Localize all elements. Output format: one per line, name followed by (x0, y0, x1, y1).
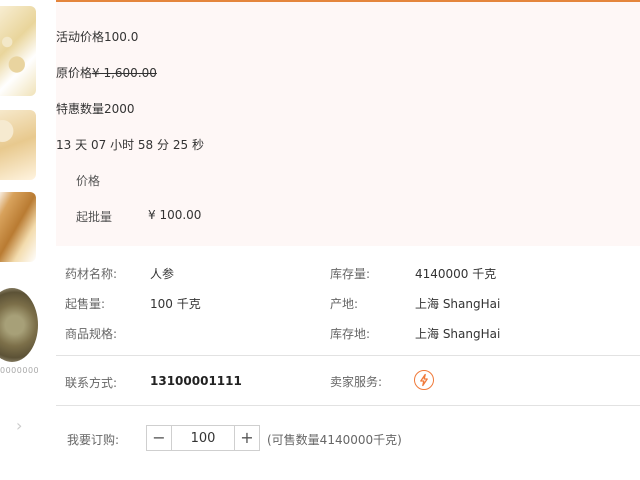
stock-label: 库存量: (330, 267, 371, 281)
activity-price-label: 活动价格 (56, 30, 105, 44)
countdown-seconds-unit: 秒 (191, 138, 204, 152)
product-thumbnail[interactable] (0, 110, 36, 180)
herb-name-label: 药材名称: (65, 267, 118, 281)
stock-location-value: 上海 ShangHai (415, 327, 501, 341)
quantity-input[interactable] (172, 426, 234, 450)
stock-location-label: 库存地: (330, 327, 371, 341)
countdown-hours: 07 (90, 138, 107, 152)
lightning-icon[interactable] (414, 370, 434, 390)
countdown-minutes-unit: 分 (157, 138, 170, 152)
decrement-button[interactable]: − (147, 426, 172, 450)
countdown-days: 13 (56, 138, 72, 152)
product-thumbnail[interactable] (0, 6, 36, 96)
chevron-right-icon[interactable]: › (16, 416, 22, 435)
divider (56, 405, 640, 406)
origin-label: 产地: (330, 297, 359, 311)
original-price-label: 原价格 (56, 66, 93, 80)
order-label: 我要订购: (67, 433, 120, 447)
spec-label: 商品规格: (65, 327, 118, 341)
promotion-panel: 活动价格100.0 原价格¥ 1,600.00 特惠数量2000 13 天 07… (56, 2, 640, 246)
min-sale-value: 100 千克 (150, 297, 201, 311)
divider (56, 355, 640, 356)
thumbnail-strip: 0000000 › (0, 0, 38, 480)
seller-service-label: 卖家服务: (330, 375, 383, 389)
countdown-timer: 13 天 07 小时 58 分 25 秒 (56, 136, 204, 153)
contact-label: 联系方式: (65, 376, 118, 390)
special-qty-value: 2000 (104, 102, 135, 116)
quantity-stepper: − + (146, 425, 260, 451)
countdown-hours-unit: 小时 (110, 138, 135, 152)
min-batch-price: ¥ 100.00 (148, 208, 202, 222)
contact-phone[interactable]: 13100001111 (150, 374, 242, 388)
activity-price-value: 100.0 (104, 30, 139, 44)
countdown-seconds: 25 (172, 138, 189, 152)
activity-price-row: 活动价格100.0 (56, 28, 138, 45)
original-price-value: ¥ 1,600.00 (92, 66, 157, 80)
product-thumbnail[interactable] (0, 192, 36, 262)
countdown-days-unit: 天 (75, 138, 88, 152)
herb-name-value: 人参 (150, 267, 175, 281)
special-qty-row: 特惠数量2000 (56, 100, 135, 117)
countdown-minutes: 58 (137, 138, 154, 152)
thumbnail-caption: 0000000 (0, 366, 38, 375)
product-thumbnail[interactable] (0, 288, 38, 362)
special-qty-label: 特惠数量 (56, 102, 105, 116)
origin-value: 上海 ShangHai (415, 297, 501, 311)
min-sale-label: 起售量: (65, 297, 106, 311)
available-quantity: (可售数量4140000千克) (267, 433, 402, 447)
original-price-row: 原价格¥ 1,600.00 (56, 64, 157, 81)
increment-button[interactable]: + (234, 426, 259, 450)
stock-value: 4140000 千克 (415, 267, 497, 281)
min-batch-label: 起批量 (76, 210, 113, 224)
price-header: 价格 (76, 174, 101, 188)
